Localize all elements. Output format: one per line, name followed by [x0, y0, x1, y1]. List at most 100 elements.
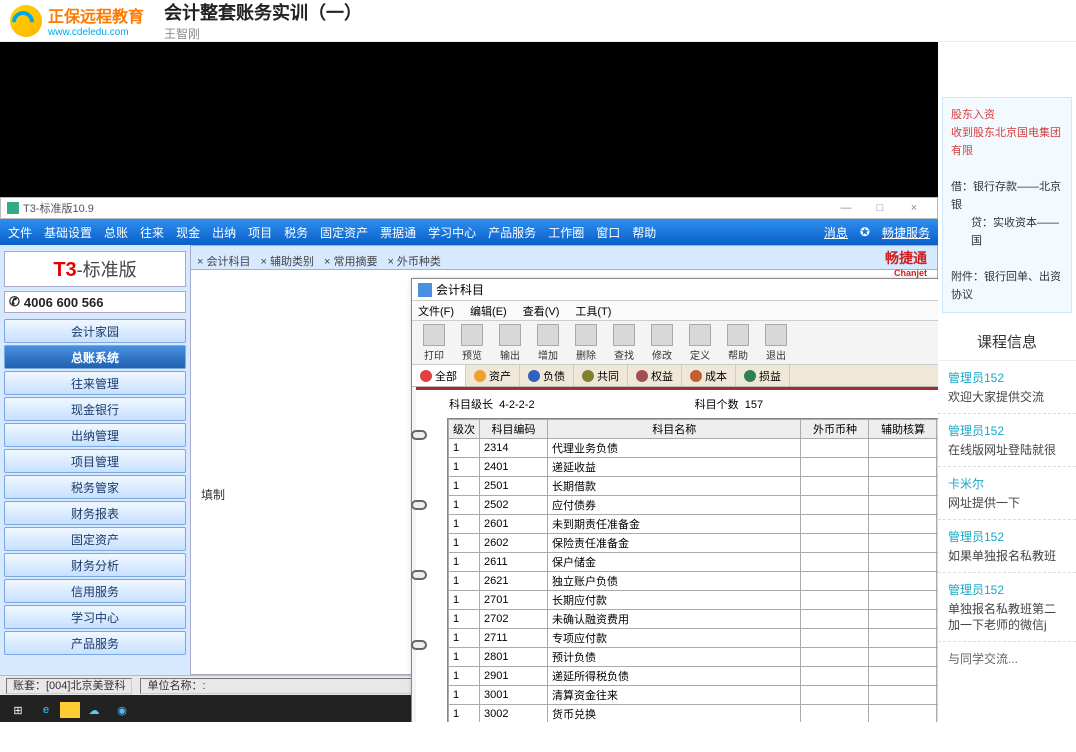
- close-button[interactable]: ×: [897, 202, 931, 214]
- dialog-menu-item[interactable]: 工具(T): [575, 303, 611, 319]
- site-logo: 正保远程教育 www.cdeledu.com: [10, 3, 144, 38]
- table-row[interactable]: 12702未确认融资费用: [449, 610, 939, 629]
- chat-input-hint[interactable]: 与同学交流...: [938, 642, 1076, 675]
- menu-item[interactable]: 固定资产: [320, 226, 368, 240]
- menu-item[interactable]: 票据通: [380, 226, 416, 240]
- explorer-icon[interactable]: [60, 702, 80, 718]
- subject-table[interactable]: 级次科目编码科目名称外币币种辅助核算▴12314代理业务负债12401递延收益1…: [447, 418, 938, 722]
- dialog-menu-item[interactable]: 编辑(E): [470, 303, 507, 319]
- toolbar-打印[interactable]: 打印: [416, 324, 452, 362]
- doc-tab[interactable]: × 常用摘要: [324, 253, 377, 269]
- sidebar-item[interactable]: 固定资产: [4, 527, 186, 551]
- dialog-menu-item[interactable]: 查看(V): [523, 303, 560, 319]
- filter-tab[interactable]: 资产: [466, 365, 520, 386]
- sidebar-item[interactable]: 出纳管理: [4, 423, 186, 447]
- table-row[interactable]: 12401递延收益: [449, 458, 939, 477]
- count-value: 157: [745, 399, 763, 411]
- service-link[interactable]: 畅捷服务: [882, 224, 930, 241]
- table-row[interactable]: 12621独立账户负债: [449, 572, 939, 591]
- menu-item[interactable]: 产品服务: [488, 226, 536, 240]
- cloud-icon[interactable]: ☁: [80, 698, 108, 722]
- maximize-button[interactable]: □: [863, 202, 897, 214]
- menu-item[interactable]: 文件: [8, 226, 32, 240]
- account-subject-dialog: 会计科目 × 文件(F)编辑(E)查看(V)工具(T) 打印预览输出增加删除查找…: [411, 278, 938, 722]
- toolbar-输出[interactable]: 输出: [492, 324, 528, 362]
- table-row[interactable]: 12501长期借款: [449, 477, 939, 496]
- toolbar-预览[interactable]: 预览: [454, 324, 490, 362]
- sidebar-item[interactable]: 现金银行: [4, 397, 186, 421]
- scroll-up[interactable]: ▴: [937, 420, 938, 439]
- toolbar-帮助[interactable]: 帮助: [720, 324, 756, 362]
- filter-tab[interactable]: 共同: [574, 365, 628, 386]
- sidebar-item[interactable]: 产品服务: [4, 631, 186, 655]
- col-header[interactable]: 外币币种: [801, 420, 869, 439]
- logo-icon: [10, 5, 42, 37]
- col-header[interactable]: 科目名称: [548, 420, 801, 439]
- menu-item[interactable]: 现金: [176, 226, 200, 240]
- sidebar-item[interactable]: 信用服务: [4, 579, 186, 603]
- table-row[interactable]: 12611保户储金: [449, 553, 939, 572]
- window-titlebar: T3-标准版10.9 — □ ×: [0, 197, 938, 219]
- toolbar-删除[interactable]: 删除: [568, 324, 604, 362]
- doc-tab[interactable]: × 会计科目: [197, 253, 250, 269]
- filter-tab[interactable]: 损益: [736, 365, 790, 386]
- col-header[interactable]: 级次: [449, 420, 480, 439]
- filter-tab[interactable]: 成本: [682, 365, 736, 386]
- menu-item[interactable]: 总账: [104, 226, 128, 240]
- menu-item[interactable]: 工作圈: [548, 226, 584, 240]
- app-icon[interactable]: ◉: [108, 698, 136, 722]
- filter-tab[interactable]: 负债: [520, 365, 574, 386]
- menu-item[interactable]: 窗口: [596, 226, 620, 240]
- doc-tab[interactable]: × 外币种类: [387, 253, 440, 269]
- minimize-button[interactable]: —: [829, 202, 863, 214]
- ledger-binder: 科目级长 4-2-2-2 科目个数 157 级次科目编码科目名称外币币种辅助核算…: [416, 387, 938, 722]
- sidebar-item[interactable]: 会计家园: [4, 319, 186, 343]
- table-row[interactable]: 12701长期应付款: [449, 591, 939, 610]
- toolbar-查找[interactable]: 查找: [606, 324, 642, 362]
- count-label: 科目个数: [695, 399, 739, 411]
- messages-link[interactable]: 消息: [824, 224, 848, 241]
- sidebar-item[interactable]: 项目管理: [4, 449, 186, 473]
- toolbar-增加[interactable]: 增加: [530, 324, 566, 362]
- sidebar-item[interactable]: 财务报表: [4, 501, 186, 525]
- col-header[interactable]: 辅助核算: [869, 420, 937, 439]
- service-icon: ✪: [860, 225, 870, 239]
- table-row[interactable]: 12502应付债券: [449, 496, 939, 515]
- menu-item[interactable]: 出纳: [212, 226, 236, 240]
- page-header: 正保远程教育 www.cdeledu.com 会计整套账务实训（一） 王智刚: [0, 0, 1076, 42]
- dialog-menu-item[interactable]: 文件(F): [418, 303, 454, 319]
- col-header[interactable]: 科目编码: [480, 420, 548, 439]
- menu-item[interactable]: 往来: [140, 226, 164, 240]
- filter-tab[interactable]: 权益: [628, 365, 682, 386]
- start-button[interactable]: ⊞: [4, 698, 32, 722]
- toolbar-定义[interactable]: 定义: [682, 324, 718, 362]
- workspace: 畅捷通Chanjet × 会计科目× 辅助类别× 常用摘要× 外币种类 填制 会…: [190, 245, 938, 675]
- edge-icon[interactable]: e: [32, 698, 60, 722]
- table-row[interactable]: 12901递延所得税负债: [449, 667, 939, 686]
- menu-item[interactable]: 帮助: [632, 226, 656, 240]
- toolbar-修改[interactable]: 修改: [644, 324, 680, 362]
- filter-tab[interactable]: 全部: [412, 365, 466, 386]
- table-row[interactable]: 13001清算资金往来: [449, 686, 939, 705]
- table-row[interactable]: 12314代理业务负债: [449, 439, 939, 458]
- main-menubar: 文件基础设置总账往来现金出纳项目税务固定资产票据通学习中心产品服务工作圈窗口帮助…: [0, 219, 938, 245]
- menu-item[interactable]: 税务: [284, 226, 308, 240]
- scroll-down[interactable]: ▾: [937, 705, 938, 723]
- sidebar-item[interactable]: 往来管理: [4, 371, 186, 395]
- sidebar-item[interactable]: 学习中心: [4, 605, 186, 629]
- table-row[interactable]: 13002货币兑换▾: [449, 705, 939, 723]
- chat-message: 卡米尔网址提供一下: [938, 467, 1076, 520]
- table-row[interactable]: 12801预计负债: [449, 648, 939, 667]
- toolbar-退出[interactable]: 退出: [758, 324, 794, 362]
- table-row[interactable]: 12602保险责任准备金: [449, 534, 939, 553]
- table-row[interactable]: 12601未到期责任准备金: [449, 515, 939, 534]
- menu-item[interactable]: 基础设置: [44, 226, 92, 240]
- menu-item[interactable]: 学习中心: [428, 226, 476, 240]
- phone-icon: ✆: [9, 294, 20, 310]
- table-row[interactable]: 12711专项应付款: [449, 629, 939, 648]
- sidebar-item[interactable]: 财务分析: [4, 553, 186, 577]
- sidebar-item[interactable]: 总账系统: [4, 345, 186, 369]
- menu-item[interactable]: 项目: [248, 226, 272, 240]
- sidebar-item[interactable]: 税务管家: [4, 475, 186, 499]
- doc-tab[interactable]: × 辅助类别: [260, 253, 313, 269]
